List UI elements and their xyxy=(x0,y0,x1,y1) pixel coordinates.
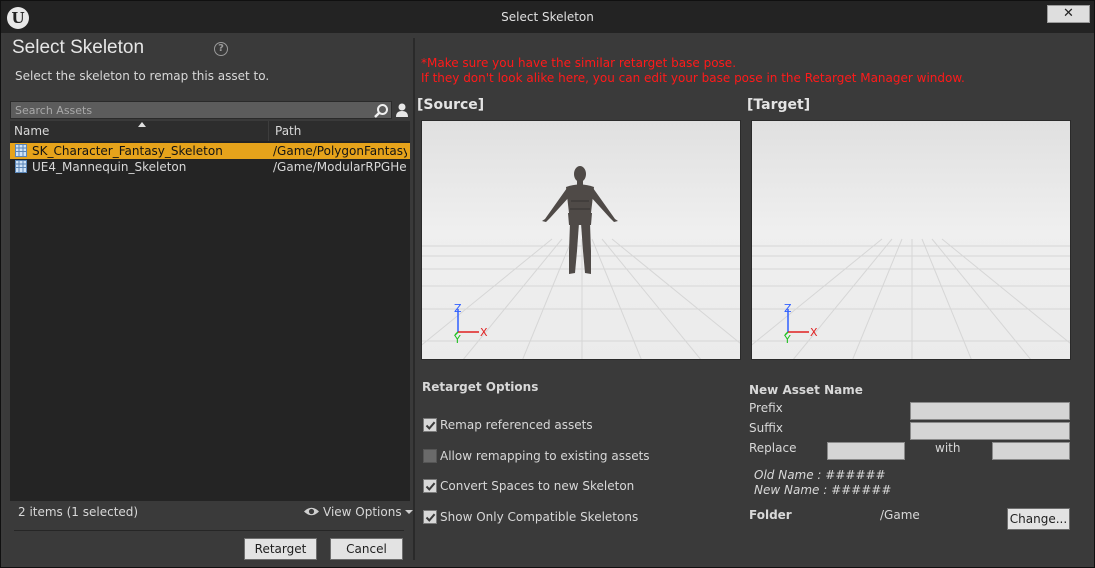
replace-label: Replace xyxy=(749,441,797,455)
option-label: Allow remapping to existing assets xyxy=(440,449,650,463)
dialog-body: Select Skeleton ? Select the skeleton to… xyxy=(4,33,1091,564)
option-label: Show Only Compatible Skeletons xyxy=(440,510,639,524)
cancel-button[interactable]: Cancel xyxy=(330,538,403,560)
replace-input[interactable] xyxy=(827,442,905,460)
column-divider[interactable] xyxy=(268,121,269,141)
column-header-name[interactable]: Name xyxy=(14,124,49,138)
column-header-path[interactable]: Path xyxy=(275,124,301,138)
checkbox-remap-referenced-assets[interactable] xyxy=(423,418,437,432)
retarget-options-title: Retarget Options xyxy=(422,380,539,394)
close-button[interactable]: ✕ xyxy=(1047,5,1090,23)
checkbox-allow-remapping-existing[interactable] xyxy=(423,449,437,463)
help-icon[interactable]: ? xyxy=(214,42,228,56)
list-header: Name Path xyxy=(10,121,410,141)
checkbox-show-compatible-skeletons[interactable] xyxy=(423,510,437,524)
list-item[interactable]: UE4_Mannequin_Skeleton /Game/ModularRPGH… xyxy=(10,159,410,175)
axis-label-y: Y xyxy=(453,333,461,346)
source-viewport[interactable]: Z X Y xyxy=(421,120,741,360)
option-label: Convert Spaces to new Skeleton xyxy=(440,479,635,493)
skeleton-list: SK_Character_Fantasy_Skeleton /Game/Poly… xyxy=(10,141,410,501)
show-compatible-skeletons-option[interactable]: Show Only Compatible Skeletons xyxy=(423,510,638,524)
remap-referenced-assets-option[interactable]: Remap referenced assets xyxy=(423,418,593,432)
page-title: Select Skeleton xyxy=(12,37,145,58)
eye-icon xyxy=(304,507,319,516)
new-name-preview: New Name : ###### xyxy=(754,483,892,497)
view-options-button[interactable]: View Options xyxy=(303,505,413,519)
search-input[interactable] xyxy=(11,102,371,118)
prefix-input[interactable] xyxy=(910,402,1070,420)
source-label: [Source] xyxy=(417,97,485,113)
target-label: [Target] xyxy=(747,97,811,113)
list-item-path: /Game/PolygonFantasy xyxy=(273,144,407,158)
suffix-input[interactable] xyxy=(910,422,1070,440)
axis-label-z: Z xyxy=(784,302,792,315)
item-count: 2 items (1 selected) xyxy=(18,505,139,519)
target-viewport[interactable]: Z X Y xyxy=(751,120,1071,360)
checkmark-icon xyxy=(425,421,436,430)
search-icon[interactable] xyxy=(373,103,389,119)
user-icon[interactable] xyxy=(394,102,410,118)
new-asset-name-title: New Asset Name xyxy=(749,383,863,397)
axis-label-z: Z xyxy=(454,302,462,315)
checkmark-icon xyxy=(425,482,436,491)
convert-spaces-option[interactable]: Convert Spaces to new Skeleton xyxy=(423,479,634,493)
target-viewport-scene: Z X Y xyxy=(752,121,1070,359)
source-viewport-scene: Z X Y xyxy=(422,121,740,359)
retarget-warning-line2: If they don't look alike here, you can e… xyxy=(421,71,965,85)
old-name-preview: Old Name : ###### xyxy=(754,468,886,482)
checkmark-icon xyxy=(425,513,436,522)
window-title: Select Skeleton xyxy=(501,10,594,24)
instruction-text: Select the skeleton to remap this asset … xyxy=(15,69,270,83)
panel-divider xyxy=(413,38,415,560)
search-box xyxy=(10,101,392,119)
skeleton-asset-icon xyxy=(15,144,27,157)
chevron-down-icon xyxy=(404,510,413,514)
skeleton-asset-icon xyxy=(15,160,27,173)
with-label: with xyxy=(935,441,961,455)
list-item-path: /Game/ModularRPGHer xyxy=(273,160,407,174)
axis-label-y: Y xyxy=(783,333,791,346)
prefix-label: Prefix xyxy=(749,401,783,415)
skeleton-picker-panel: Select Skeleton ? Select the skeleton to… xyxy=(4,33,413,564)
divider xyxy=(14,530,404,531)
list-item[interactable]: SK_Character_Fantasy_Skeleton /Game/Poly… xyxy=(10,143,410,159)
option-label: Remap referenced assets xyxy=(440,418,593,432)
retarget-button[interactable]: Retarget xyxy=(244,538,317,560)
folder-label: Folder xyxy=(749,508,792,522)
select-skeleton-window: U Select Skeleton ✕ Select Skeleton ? Se… xyxy=(0,0,1095,568)
retarget-warning-line1: *Make sure you have the similar retarget… xyxy=(421,56,737,70)
folder-path: /Game xyxy=(880,508,920,522)
axis-label-x: X xyxy=(810,326,818,339)
sort-ascending-icon xyxy=(138,122,146,127)
view-options-label: View Options xyxy=(323,505,402,519)
suffix-label: Suffix xyxy=(749,421,783,435)
checkbox-convert-spaces[interactable] xyxy=(423,479,437,493)
allow-remapping-existing-option[interactable]: Allow remapping to existing assets xyxy=(423,449,650,463)
axis-label-x: X xyxy=(480,326,488,339)
list-item-name: UE4_Mannequin_Skeleton xyxy=(32,160,187,174)
with-input[interactable] xyxy=(992,442,1070,460)
change-folder-button[interactable]: Change... xyxy=(1007,508,1070,530)
title-bar: U Select Skeleton ✕ xyxy=(1,1,1094,33)
list-item-name: SK_Character_Fantasy_Skeleton xyxy=(32,144,223,158)
